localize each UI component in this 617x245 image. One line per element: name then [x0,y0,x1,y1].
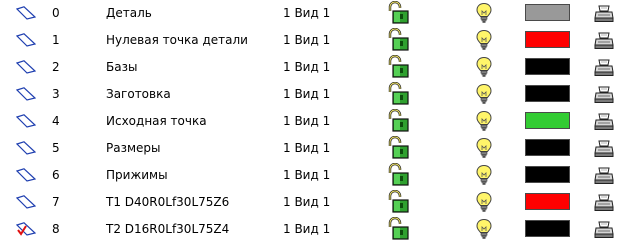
printer-icon[interactable] [594,140,614,158]
printer-icon[interactable] [594,194,614,212]
layer-color-swatch[interactable] [525,4,570,21]
lightbulb-icon[interactable] [475,164,493,186]
layer-color-swatch[interactable] [525,85,570,102]
layer-number: 8 [52,222,60,236]
layer-plane-icon[interactable] [16,60,36,74]
lightbulb-icon[interactable] [475,29,493,51]
layer-number: 4 [52,114,60,128]
layer-name[interactable]: Деталь [106,6,152,20]
unlocked-padlock-icon[interactable] [386,54,412,79]
layer-name[interactable]: Заготовка [106,87,171,101]
layer-row[interactable]: 3 Заготовка 1 Вид 1 [0,81,617,108]
layer-color-swatch[interactable] [525,112,570,129]
layer-view: 1 Вид 1 [283,60,331,74]
layer-plane-icon[interactable] [16,141,36,155]
layer-color-swatch[interactable] [525,139,570,156]
layer-view: 1 Вид 1 [283,33,331,47]
layer-name[interactable]: Исходная точка [106,114,207,128]
unlocked-padlock-icon[interactable] [386,135,412,160]
unlocked-padlock-icon[interactable] [386,27,412,52]
layer-view: 1 Вид 1 [283,114,331,128]
checkmark-icon[interactable] [16,222,36,236]
printer-icon[interactable] [594,221,614,239]
layer-color-swatch[interactable] [525,193,570,210]
layer-name[interactable]: T2 D16R0Lf30L75Z4 [106,222,229,236]
printer-icon[interactable] [594,167,614,185]
layer-number: 0 [52,6,60,20]
layer-number: 2 [52,60,60,74]
lightbulb-icon[interactable] [475,83,493,105]
layer-plane-icon[interactable] [16,6,36,20]
layer-row[interactable]: 7 T1 D40R0Lf30L75Z6 1 Вид 1 [0,189,617,216]
lightbulb-icon[interactable] [475,2,493,24]
layer-name[interactable]: T1 D40R0Lf30L75Z6 [106,195,229,209]
layer-row[interactable]: 8 T2 D16R0Lf30L75Z4 1 Вид 1 [0,216,617,243]
printer-icon[interactable] [594,113,614,131]
layer-plane-icon[interactable] [16,195,36,209]
layer-row[interactable]: 6 Прижимы 1 Вид 1 [0,162,617,189]
unlocked-padlock-icon[interactable] [386,162,412,187]
layer-color-swatch[interactable] [525,220,570,237]
layer-number: 5 [52,141,60,155]
unlocked-padlock-icon[interactable] [386,189,412,214]
layer-view: 1 Вид 1 [283,195,331,209]
layer-plane-icon[interactable] [16,33,36,47]
printer-icon[interactable] [594,32,614,50]
layer-color-swatch[interactable] [525,166,570,183]
layer-plane-icon[interactable] [16,114,36,128]
layer-number: 7 [52,195,60,209]
layer-row[interactable]: 4 Исходная точка 1 Вид 1 [0,108,617,135]
layer-number: 1 [52,33,60,47]
layer-view: 1 Вид 1 [283,6,331,20]
layer-number: 3 [52,87,60,101]
unlocked-padlock-icon[interactable] [386,81,412,106]
printer-icon[interactable] [594,5,614,23]
layer-name[interactable]: Прижимы [106,168,168,182]
lightbulb-icon[interactable] [475,110,493,132]
layer-name[interactable]: Нулевая точка детали [106,33,248,47]
layer-view: 1 Вид 1 [283,87,331,101]
lightbulb-icon[interactable] [475,56,493,78]
printer-icon[interactable] [594,59,614,77]
layer-view: 1 Вид 1 [283,141,331,155]
layer-list: 0 Деталь 1 Вид 1 1 Нулевая точка детали … [0,0,617,245]
lightbulb-icon[interactable] [475,218,493,240]
unlocked-padlock-icon[interactable] [386,0,412,25]
printer-icon[interactable] [594,86,614,104]
layer-plane-icon[interactable] [16,87,36,101]
layer-row[interactable]: 5 Размеры 1 Вид 1 [0,135,617,162]
layer-row[interactable]: 2 Базы 1 Вид 1 [0,54,617,81]
unlocked-padlock-icon[interactable] [386,216,412,241]
layer-view: 1 Вид 1 [283,222,331,236]
layer-row[interactable]: 0 Деталь 1 Вид 1 [0,0,617,27]
layer-color-swatch[interactable] [525,58,570,75]
layer-color-swatch[interactable] [525,31,570,48]
layer-name[interactable]: Размеры [106,141,161,155]
layer-number: 6 [52,168,60,182]
lightbulb-icon[interactable] [475,191,493,213]
layer-plane-icon[interactable] [16,168,36,182]
layer-view: 1 Вид 1 [283,168,331,182]
layer-row[interactable]: 1 Нулевая точка детали 1 Вид 1 [0,27,617,54]
lightbulb-icon[interactable] [475,137,493,159]
layer-name[interactable]: Базы [106,60,137,74]
unlocked-padlock-icon[interactable] [386,108,412,133]
